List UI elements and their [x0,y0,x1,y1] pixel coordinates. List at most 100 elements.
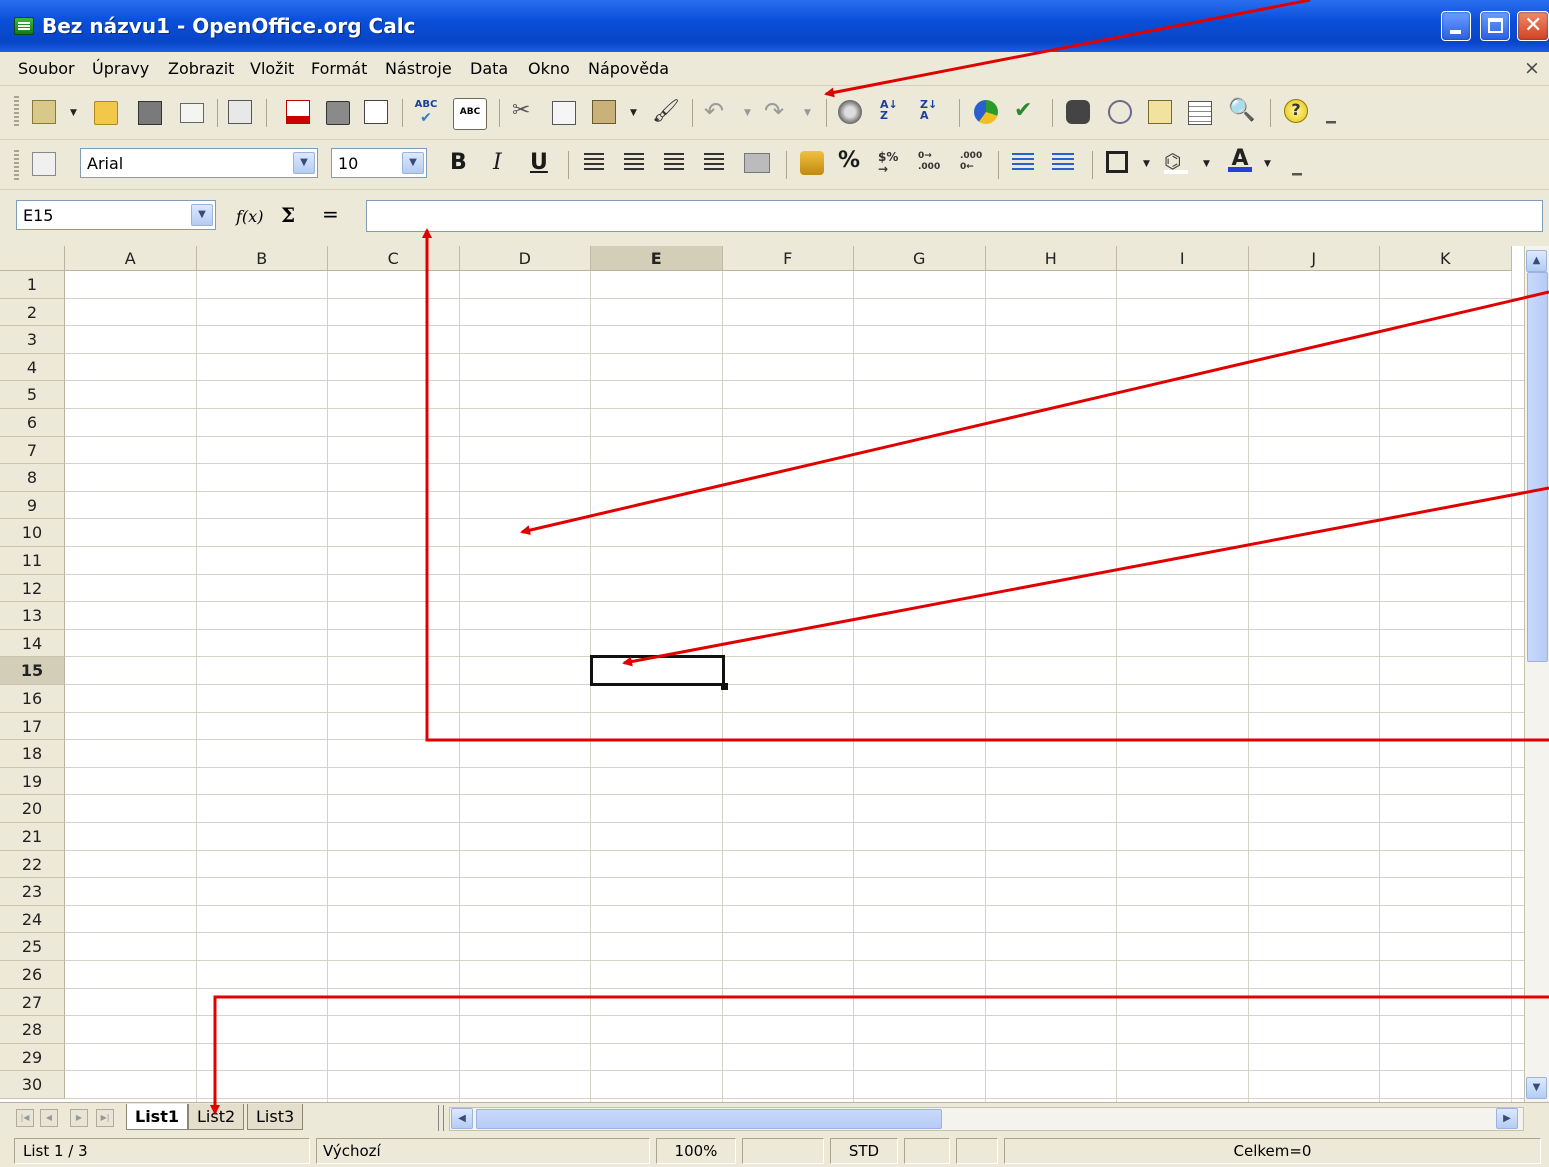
undo-icon[interactable]: ↶ [704,99,728,123]
format-paintbrush-icon[interactable]: 🖌 [652,100,680,124]
function-button[interactable]: = [322,202,339,226]
column-header-f[interactable]: F [722,246,854,271]
menu-napoveda[interactable]: Nápověda [588,59,669,78]
row-header-1[interactable]: 1 [0,271,65,299]
row-header-29[interactable]: 29 [0,1043,65,1072]
status-page-style[interactable]: Výchozí [316,1138,650,1164]
row-header-10[interactable]: 10 [0,519,65,547]
close-document-button[interactable]: × [1524,57,1540,79]
zoom-icon[interactable]: 🔍 [1228,99,1255,123]
menu-upravy[interactable]: Úpravy [92,59,149,78]
select-all-corner[interactable] [0,246,65,271]
toolbar-grip[interactable] [14,96,19,126]
row-header-25[interactable]: 25 [0,933,65,961]
column-header-b[interactable]: B [196,246,328,271]
sheet-tab-list2[interactable]: List2 [188,1104,245,1130]
sort-descending-icon[interactable]: Z↓ A [920,99,944,123]
function-wizard-button[interactable]: f(x) [236,207,263,226]
column-header-j[interactable]: J [1248,246,1380,271]
delete-decimal-icon[interactable]: .000 0← [960,151,984,175]
chevron-down-icon[interactable]: ▼ [402,152,424,174]
active-cell[interactable] [590,655,725,686]
next-sheet-icon[interactable]: ▶ [70,1109,88,1127]
redo-dropdown-icon[interactable]: ▼ [804,108,811,118]
status-zoom[interactable]: 100% [656,1138,736,1164]
row-header-2[interactable]: 2 [0,298,65,327]
row-header-3[interactable]: 3 [0,326,65,354]
new-document-icon[interactable] [32,100,56,124]
horizontal-scrollbar[interactable]: ◀ ▶ [449,1107,1524,1131]
column-header-k[interactable]: K [1380,246,1512,271]
spellcheck-icon[interactable]: ABC ✔ [414,99,438,126]
align-center-icon[interactable] [624,153,644,171]
cut-icon[interactable]: ✂ [512,99,536,123]
row-header-13[interactable]: 13 [0,602,65,630]
vertical-scrollbar[interactable]: ▲ ▼ [1524,246,1549,1102]
fill-handle[interactable] [720,683,728,690]
column-header-c[interactable]: C [328,246,460,271]
background-dropdown-icon[interactable]: ▼ [1203,159,1210,169]
name-box[interactable]: E15 ▼ [16,200,216,230]
font-color-icon[interactable]: A [1228,148,1252,172]
row-header-15[interactable]: 15 [0,657,65,685]
row-header-4[interactable]: 4 [0,353,65,382]
background-color-icon[interactable]: ⌬ [1164,150,1188,174]
export-pdf-icon[interactable] [286,100,310,124]
row-header-6[interactable]: 6 [0,409,65,437]
column-header-a[interactable]: A [65,246,197,271]
new-dropdown-icon[interactable]: ▼ [70,108,77,118]
formula-input[interactable] [366,200,1543,232]
decrease-indent-icon[interactable] [1012,153,1034,173]
row-header-20[interactable]: 20 [0,795,65,823]
menu-vlozit[interactable]: Vložit [250,59,294,78]
help-icon[interactable]: ? [1284,99,1308,123]
column-header-d[interactable]: D [459,246,591,271]
font-size-combo[interactable]: 10 ▼ [331,148,427,178]
row-header-23[interactable]: 23 [0,878,65,906]
row-header-17[interactable]: 17 [0,712,65,741]
scroll-left-icon[interactable]: ◀ [451,1108,473,1129]
spreadsheet-grid[interactable]: ABCDEFGHIJK 1 2 3 4 5 6 7 8 9 10 11 12 13 14 15 16 17 18 1… [0,246,1524,1102]
first-sheet-icon[interactable]: |◀ [16,1109,34,1127]
menu-nastroje[interactable]: Nástroje [385,59,452,78]
sort-ascending-icon[interactable]: A↓ Z [880,99,904,123]
justify-icon[interactable] [704,153,724,171]
row-header-18[interactable]: 18 [0,740,65,768]
align-right-icon[interactable] [664,153,684,171]
scroll-right-icon[interactable]: ▶ [1496,1108,1518,1129]
merge-cells-icon[interactable] [744,153,770,173]
copy-icon[interactable] [552,101,576,125]
menu-okno[interactable]: Okno [528,59,570,78]
borders-dropdown-icon[interactable]: ▼ [1143,159,1150,169]
row-header-11[interactable]: 11 [0,547,65,575]
show-draw-functions-icon[interactable]: ✔ [1014,99,1038,123]
chevron-down-icon[interactable]: ▼ [191,204,213,226]
standard-format-icon[interactable]: $% → [878,151,902,175]
paste-dropdown-icon[interactable]: ▼ [630,108,637,118]
navigator-icon[interactable] [1108,100,1132,124]
row-header-12[interactable]: 12 [0,574,65,603]
undo-dropdown-icon[interactable]: ▼ [744,108,751,118]
menu-soubor[interactable]: Soubor [18,59,75,78]
menu-zobrazit[interactable]: Zobrazit [168,59,234,78]
row-header-19[interactable]: 19 [0,767,65,796]
column-header-e[interactable]: E [591,246,723,271]
row-header-30[interactable]: 30 [0,1071,65,1099]
insert-chart-icon[interactable] [974,100,998,124]
sheet-tab-list3[interactable]: List3 [247,1104,304,1130]
menu-data[interactable]: Data [470,59,508,78]
minimize-button[interactable] [1441,11,1471,41]
row-header-21[interactable]: 21 [0,823,65,851]
borders-icon[interactable] [1106,151,1128,173]
row-header-7[interactable]: 7 [0,436,65,465]
last-sheet-icon[interactable]: ▶| [96,1109,114,1127]
scroll-up-icon[interactable]: ▲ [1526,250,1547,272]
font-color-dropdown-icon[interactable]: ▼ [1264,159,1271,169]
hyperlink-icon[interactable] [838,100,862,124]
vertical-scroll-thumb[interactable] [1527,272,1548,662]
menu-format[interactable]: Formát [311,59,367,78]
tab-splitter[interactable] [438,1105,444,1131]
data-sources-icon[interactable] [1188,101,1212,125]
row-header-9[interactable]: 9 [0,491,65,520]
toolbar-overflow-icon[interactable] [1326,100,1336,130]
